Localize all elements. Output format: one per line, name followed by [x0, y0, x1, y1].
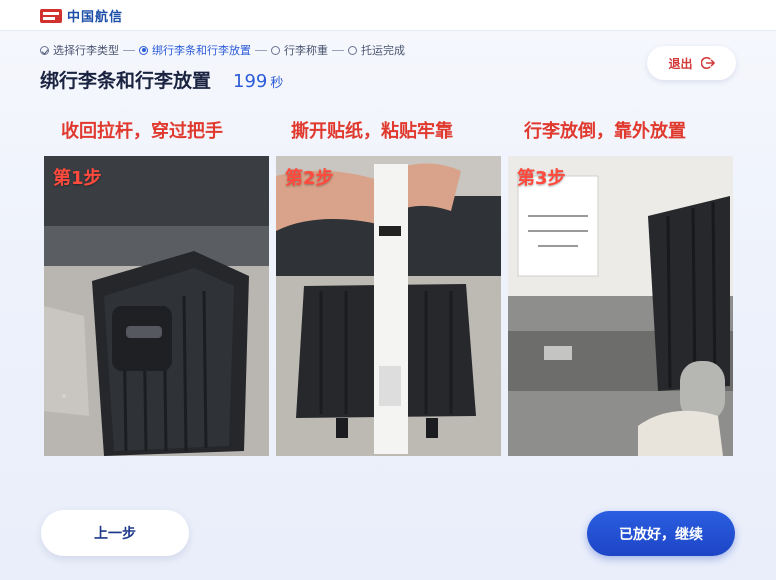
step2-caption: 撕开贴纸，粘贴牢靠: [291, 121, 453, 142]
step2-photo: 第2步: [276, 156, 501, 456]
brand-name: 中国航信: [67, 10, 124, 25]
step1-photo: 第1步: [44, 156, 269, 456]
step-label: 选择行李类型: [53, 44, 119, 57]
continue-button[interactable]: 已放好，继续: [587, 511, 735, 556]
step-connector: [123, 49, 135, 51]
top-bar: 中国航信: [0, 0, 776, 31]
step-checkin-complete: 托运完成: [348, 42, 405, 58]
exit-label: 退出: [668, 56, 693, 71]
countdown-timer: 199 秒: [233, 71, 283, 92]
exit-button[interactable]: 退出: [647, 46, 736, 80]
radio-empty-icon: [271, 45, 280, 55]
step-tag-and-place: 绑行李条和行李放置: [139, 42, 251, 58]
travelsky-logo-icon: [40, 8, 62, 23]
step-label: 绑行李条和行李放置: [152, 44, 251, 57]
suitcase-handle-illustration: [44, 156, 269, 456]
countdown-value: 199: [233, 71, 268, 92]
logout-icon: [700, 56, 715, 70]
baggage-tag-illustration: [276, 156, 501, 456]
suitcase-laid-down-illustration: [508, 156, 733, 456]
brand-logo: 中国航信: [40, 6, 123, 25]
step2-badge: 第2步: [285, 168, 334, 189]
step-label: 托运完成: [361, 44, 405, 57]
countdown-unit: 秒: [270, 76, 284, 91]
progress-steps: 选择行李类型 绑行李条和行李放置 行李称重 托运完成: [40, 42, 405, 58]
radio-active-icon: [139, 45, 148, 55]
step3-badge: 第3步: [517, 168, 566, 189]
page-title: 绑行李条和行李放置: [40, 70, 212, 92]
step-connector: [332, 49, 344, 51]
step-connector: [255, 49, 267, 51]
previous-step-button[interactable]: 上一步: [41, 510, 189, 556]
step1-badge: 第1步: [53, 168, 102, 189]
step1-caption: 收回拉杆，穿过把手: [61, 121, 223, 142]
step3-caption: 行李放倒，靠外放置: [524, 121, 686, 142]
title-row: 绑行李条和行李放置 199 秒: [40, 66, 283, 93]
step3-photo: 第3步: [508, 156, 733, 456]
step-weigh-baggage: 行李称重: [271, 42, 328, 58]
step-label: 行李称重: [284, 44, 328, 57]
step-select-baggage-type: 选择行李类型: [40, 42, 119, 58]
check-circle-icon: [40, 45, 49, 55]
radio-empty-icon: [348, 45, 357, 55]
